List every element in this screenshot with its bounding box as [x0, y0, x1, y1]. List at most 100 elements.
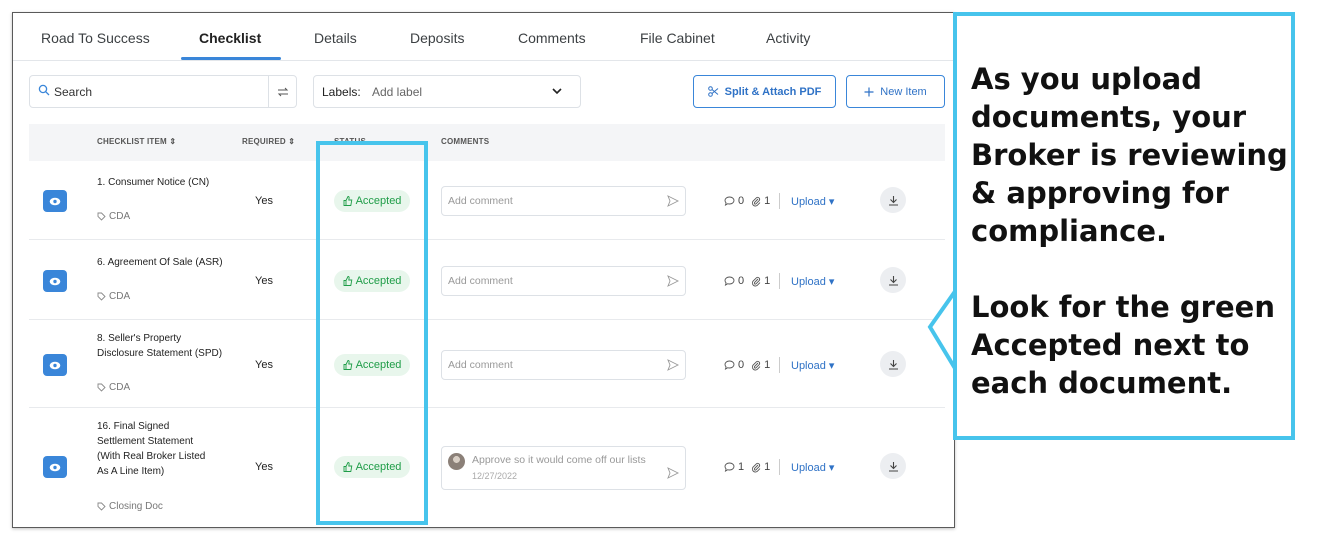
tab-road-to-success[interactable]: Road To Success	[41, 30, 150, 46]
divider	[779, 193, 780, 209]
search-input[interactable]	[54, 76, 264, 107]
upload-dropdown[interactable]: Upload ▾	[791, 461, 834, 474]
download-icon	[888, 275, 898, 286]
attachment-count: 1	[764, 275, 771, 287]
callout-paragraph-1: As you upload documents, your Broker is …	[971, 62, 1288, 248]
comment-bubble-icon	[724, 462, 735, 472]
upload-dropdown[interactable]: Upload ▾	[791, 275, 834, 288]
status-column-highlight	[316, 141, 428, 525]
eye-icon	[49, 361, 61, 369]
divider	[779, 273, 780, 289]
comment-text: Approve so it would come off our lists	[472, 454, 646, 466]
new-item-label: New Item	[880, 85, 927, 98]
comment-input[interactable]	[448, 187, 658, 215]
item-counts: 0 1	[724, 195, 770, 207]
view-document-button[interactable]	[43, 270, 67, 292]
comment-bubble-icon	[724, 276, 735, 286]
active-tab-underline	[181, 57, 281, 60]
divider	[779, 357, 780, 373]
labels-placeholder: Add label	[372, 85, 423, 99]
tag-icon	[97, 292, 106, 301]
scissors-icon	[707, 86, 718, 97]
header-comments: COMMENTS	[441, 137, 490, 146]
comment-input[interactable]	[448, 351, 658, 379]
tab-comments[interactable]: Comments	[518, 30, 586, 46]
attachment-count: 1	[764, 359, 771, 371]
tab-activity[interactable]: Activity	[766, 30, 810, 46]
checklist-item-title: 8. Seller's Property Disclosure Statemen…	[97, 333, 223, 359]
split-attach-pdf-label: Split & Attach PDF	[724, 85, 822, 98]
table-header: CHECKLIST ITEM ⇕ REQUIRED ⇕ STATUS COMME…	[29, 124, 945, 161]
comment-box	[441, 186, 686, 216]
item-counts: 1 1	[724, 461, 770, 473]
item-tag-label: CDA	[109, 211, 131, 222]
attachment-count: 1	[764, 461, 771, 473]
required-value: Yes	[255, 359, 273, 371]
comment-count: 1	[738, 461, 745, 473]
view-document-button[interactable]	[43, 456, 67, 478]
item-tag: CDA	[97, 382, 130, 393]
item-tag-label: CDA	[109, 382, 131, 393]
tab-checklist[interactable]: Checklist	[199, 30, 261, 46]
item-counts: 0 1	[724, 359, 770, 371]
filter-button[interactable]	[268, 76, 296, 107]
table-row: 16. Final Signed Settlement Statement (W…	[29, 408, 945, 527]
required-value: Yes	[255, 275, 273, 287]
comment-entry[interactable]: Approve so it would come off our lists 1…	[441, 446, 686, 490]
view-document-button[interactable]	[43, 354, 67, 376]
tab-details[interactable]: Details	[314, 30, 357, 46]
tab-file-cabinet[interactable]: File Cabinet	[640, 30, 715, 46]
item-counts: 0 1	[724, 275, 770, 287]
download-icon	[888, 359, 898, 370]
tag-icon	[97, 383, 106, 392]
table-row: 6. Agreement Of Sale (ASR) CDA Yes Accep…	[29, 240, 945, 320]
item-tag: Closing Doc	[97, 501, 163, 512]
checklist-item-title: 1. Consumer Notice (CN)	[97, 177, 210, 188]
checklist-item-title: 16. Final Signed Settlement Statement (W…	[97, 421, 206, 477]
comment-date: 12/27/2022	[472, 471, 518, 481]
tab-bar: Road To Success Checklist Details Deposi…	[13, 13, 954, 61]
download-button[interactable]	[880, 453, 906, 479]
instruction-callout: As you upload documents, your Broker is …	[953, 12, 1295, 440]
labels-dropdown[interactable]: Labels: Add label	[313, 75, 581, 108]
upload-label: Upload	[791, 360, 826, 372]
checklist-item-title: 6. Agreement Of Sale (ASR)	[97, 257, 223, 268]
callout-text: As you upload documents, your Broker is …	[971, 60, 1291, 402]
item-tag: CDA	[97, 211, 130, 222]
item-tag-label: CDA	[109, 291, 131, 302]
download-button[interactable]	[880, 267, 906, 293]
new-item-button[interactable]: New Item	[846, 75, 945, 108]
checklist-app-window: Road To Success Checklist Details Deposi…	[12, 12, 955, 528]
tab-deposits[interactable]: Deposits	[410, 30, 464, 46]
send-icon[interactable]	[667, 359, 679, 371]
send-icon[interactable]	[667, 195, 679, 207]
upload-label: Upload	[791, 462, 826, 474]
upload-dropdown[interactable]: Upload ▾	[791, 359, 834, 372]
comment-input[interactable]	[448, 267, 658, 295]
comment-box	[441, 350, 686, 380]
header-required[interactable]: REQUIRED ⇕	[242, 137, 295, 146]
send-icon[interactable]	[667, 467, 679, 479]
search-box	[29, 75, 297, 108]
download-icon	[888, 461, 898, 472]
comment-box	[441, 266, 686, 296]
labels-title: Labels:	[322, 85, 361, 99]
chevron-down-icon	[552, 88, 562, 95]
required-value: Yes	[255, 461, 273, 473]
view-document-button[interactable]	[43, 190, 67, 212]
swap-arrows-icon	[277, 87, 288, 96]
tag-icon	[97, 502, 106, 511]
download-icon	[888, 195, 898, 206]
download-button[interactable]	[880, 351, 906, 377]
avatar	[448, 453, 465, 470]
split-attach-pdf-button[interactable]: Split & Attach PDF	[693, 75, 836, 108]
search-icon	[38, 84, 50, 96]
comment-bubble-icon	[724, 360, 735, 370]
eye-icon	[49, 463, 61, 471]
download-button[interactable]	[880, 187, 906, 213]
upload-dropdown[interactable]: Upload ▾	[791, 195, 834, 208]
send-icon[interactable]	[667, 275, 679, 287]
upload-label: Upload	[791, 276, 826, 288]
item-tag: CDA	[97, 291, 130, 302]
header-checklist-item[interactable]: CHECKLIST ITEM ⇕	[97, 137, 176, 146]
